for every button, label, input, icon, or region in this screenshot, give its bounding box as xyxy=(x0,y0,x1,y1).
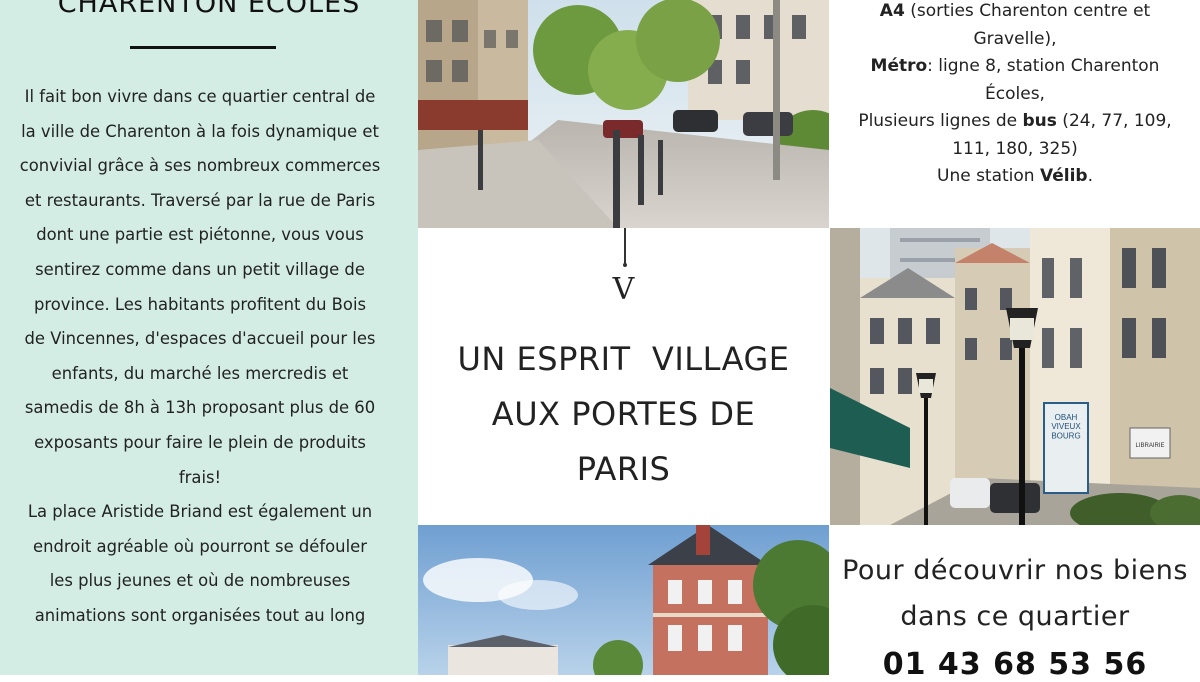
description-line: La place Aristide Briand est également u… xyxy=(27,502,373,522)
description-line: la ville de Charenton à la fois dynamiqu… xyxy=(21,121,379,141)
headline-panel: V UN ESPRIT VILLAGE AUX PORTES DE PARIS xyxy=(418,228,829,525)
phone-number[interactable]: 01 43 68 53 56 xyxy=(830,647,1200,682)
description-line: enfants, du marché les mercredis et xyxy=(51,363,349,383)
headline: UN ESPRIT VILLAGE AUX PORTES DE PARIS xyxy=(418,332,829,497)
info-line-velib: Une station Vélib. xyxy=(937,166,1093,186)
description-line: dont une partie est piétonne, vous vous xyxy=(36,225,364,245)
description-line: sentirez comme dans un petit village de xyxy=(35,259,365,279)
description-line: et restaurants. Traversé par la rue de P… xyxy=(24,190,376,210)
info-line-gravelle: Gravelle), xyxy=(973,28,1057,49)
headline-line: AUX PORTES DE xyxy=(491,395,756,433)
info-line-metro: Métro: ligne 8, station Charenton xyxy=(870,56,1160,76)
lamp-street-photo: OBAH VIVEUX BOURG LIBRAIRIE xyxy=(830,228,1200,525)
contact-panel: Pour découvrir nos biens dans ce quartie… xyxy=(830,525,1200,682)
left-text-panel: CHARENTON ÉCOLES Il fait bon vivre dans … xyxy=(0,0,418,675)
description-line: endroit agréable où pourront se défouler xyxy=(33,536,367,556)
description-line: animations sont organisées tout au long xyxy=(34,605,366,625)
description-line: samedis de 8h à 13h proposant plus de 60 xyxy=(24,398,376,418)
street-photo xyxy=(418,0,829,228)
description-line: frais! xyxy=(178,467,222,487)
neighborhood-description: Il fait bon vivre dans ce quartier centr… xyxy=(0,80,400,634)
info-line-bus-numbers: 111, 180, 325) xyxy=(952,138,1078,159)
transport-info: A4 (sorties Charenton centre et Gravelle… xyxy=(830,0,1200,228)
description-line: les plus jeunes et où de nombreuses xyxy=(49,571,351,591)
info-line-ecoles: Écoles, xyxy=(985,83,1045,104)
decorative-letter: V xyxy=(612,272,635,307)
headline-line: UN ESPRIT VILLAGE xyxy=(457,340,790,378)
description-line: exposants pour faire le plein de produit… xyxy=(34,432,366,452)
hanging-line xyxy=(624,228,626,264)
info-line-bus: Plusieurs lignes de bus (24, 77, 109, xyxy=(858,111,1172,131)
description-line: de Vincennes, d'espaces d'accueil pour l… xyxy=(24,329,376,349)
description-line: convivial grâce à ses nombreux commerces xyxy=(19,156,381,176)
shop-sign: LIBRAIRIE xyxy=(1135,443,1164,449)
town-hall-photo xyxy=(418,525,829,675)
title-underline xyxy=(130,46,276,49)
description-line: province. Les habitants profitent du Boi… xyxy=(33,294,367,314)
headline-line: PARIS xyxy=(576,450,671,488)
info-line-a4: A4 (sorties Charenton centre et xyxy=(879,1,1151,21)
contact-line: dans ce quartier xyxy=(900,601,1130,632)
description-line: Il fait bon vivre dans ce quartier centr… xyxy=(24,87,376,106)
neighborhood-title: CHARENTON ÉCOLES xyxy=(57,0,361,19)
contact-line: Pour découvrir nos biens xyxy=(842,555,1188,586)
line-dot xyxy=(623,263,627,267)
agency-sign: OBAH VIVEUX BOURG xyxy=(1051,413,1081,440)
